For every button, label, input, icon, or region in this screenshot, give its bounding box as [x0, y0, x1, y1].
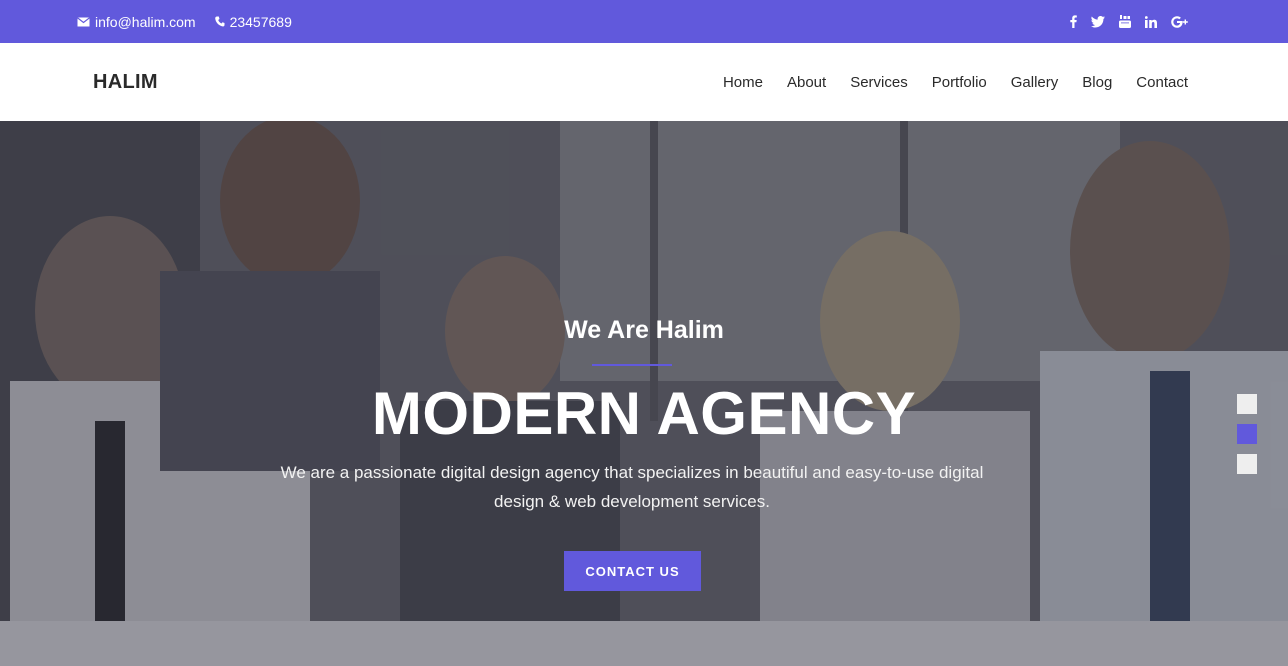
hero-subtitle: We Are Halim	[564, 316, 724, 344]
hero-slider: We Are Halim MODERN AGENCY We are a pass…	[0, 121, 1288, 666]
top-bar: info@halim.com 23457689	[0, 0, 1288, 43]
slider-dot-3[interactable]	[1237, 454, 1257, 474]
nav-item-blog[interactable]: Blog	[1082, 74, 1112, 91]
nav-item-gallery[interactable]: Gallery	[1011, 74, 1059, 91]
nav-item-home[interactable]: Home	[723, 74, 763, 91]
phone-icon	[214, 16, 225, 27]
social-links	[1070, 0, 1189, 43]
nav-item-portfolio[interactable]: Portfolio	[932, 74, 987, 91]
nav-menu: Home About Services Portfolio Gallery Bl…	[723, 43, 1188, 121]
google-plus-icon[interactable]	[1171, 15, 1189, 28]
phone-contact[interactable]: 23457689	[214, 13, 292, 30]
hero-description: We are a passionate digital design agenc…	[280, 463, 984, 511]
nav-item-contact[interactable]: Contact	[1136, 74, 1188, 91]
linkedin-icon[interactable]	[1145, 15, 1157, 28]
nav-item-services[interactable]: Services	[850, 74, 908, 91]
hero-headline: MODERN AGENCY	[371, 380, 917, 447]
hero-divider	[592, 364, 672, 366]
envelope-icon	[77, 16, 90, 27]
contact-info: info@halim.com 23457689	[77, 0, 292, 43]
youtube-icon[interactable]	[1119, 15, 1131, 28]
facebook-icon[interactable]	[1070, 15, 1077, 28]
slider-pagination	[1237, 394, 1257, 474]
email-text: info@halim.com	[95, 13, 196, 30]
nav-item-about[interactable]: About	[787, 74, 826, 91]
main-navbar: HALIM Home About Services Portfolio Gall…	[0, 43, 1288, 121]
phone-text: 23457689	[229, 13, 292, 30]
hero-content: We Are Halim MODERN AGENCY We are a pass…	[0, 121, 1288, 666]
slider-dot-1[interactable]	[1237, 394, 1257, 414]
contact-us-button[interactable]: CONTACT US	[564, 551, 701, 591]
email-contact[interactable]: info@halim.com	[77, 14, 196, 30]
slider-dot-2[interactable]	[1237, 424, 1257, 444]
twitter-icon[interactable]	[1091, 15, 1105, 28]
site-logo[interactable]: HALIM	[93, 43, 158, 121]
